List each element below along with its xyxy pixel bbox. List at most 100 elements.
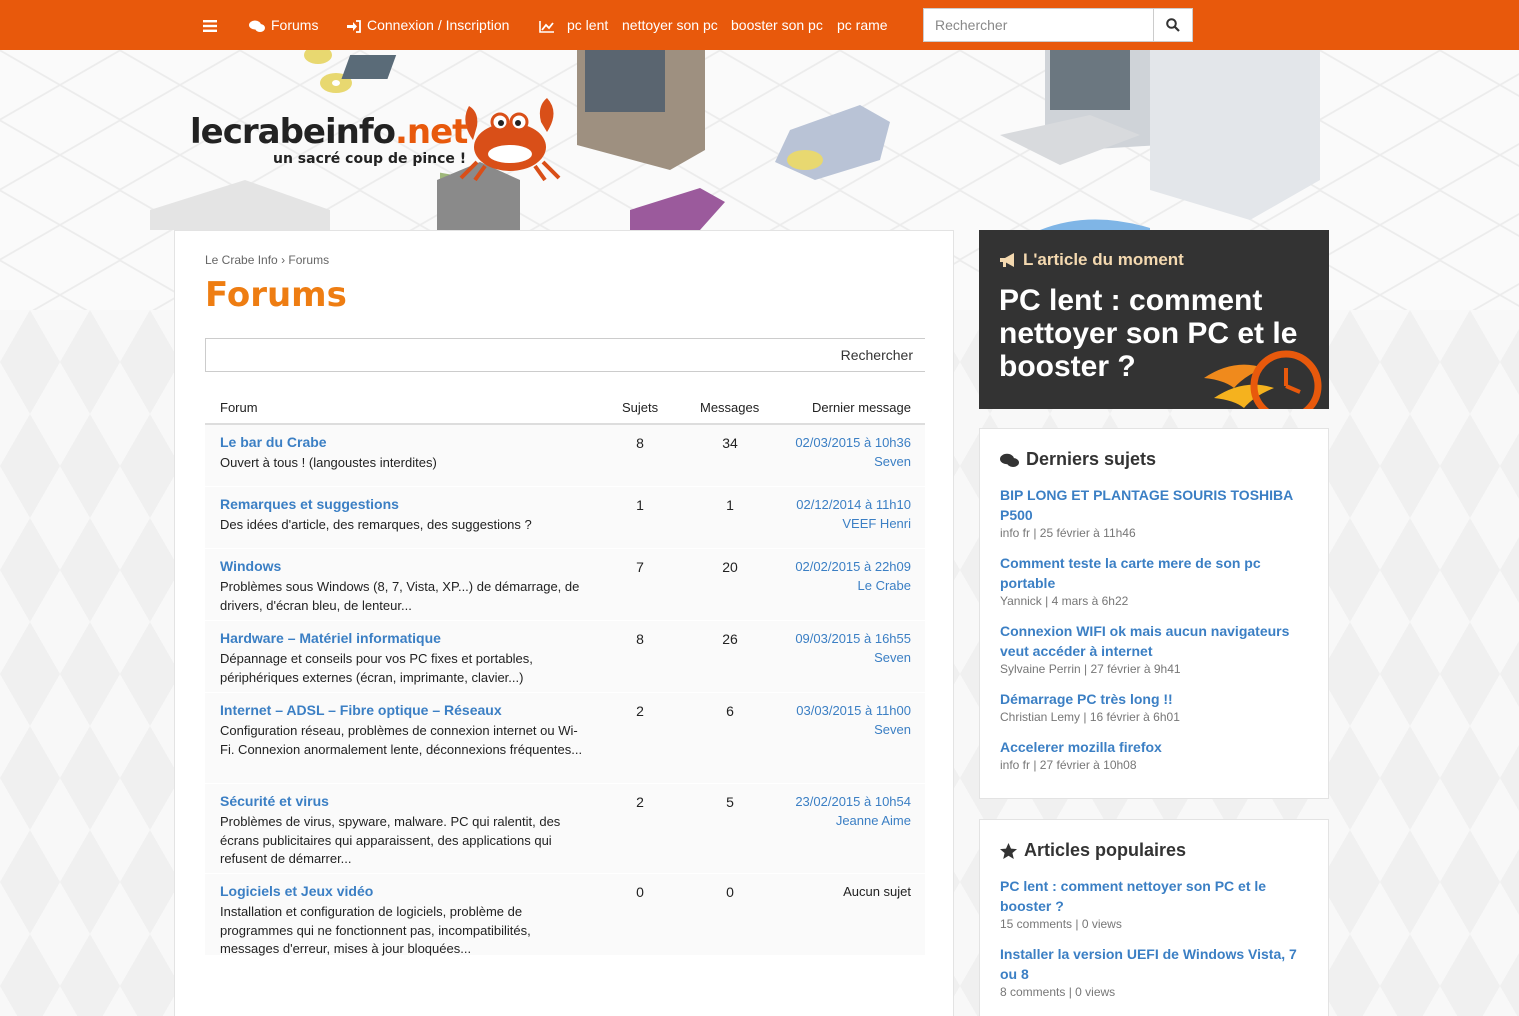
latest-topic-meta: info fr | 25 février à 11h46 (1000, 526, 1136, 540)
forum-link[interactable]: Windows (220, 558, 281, 574)
last-post-date[interactable]: 02/02/2015 à 22h09 (795, 558, 911, 577)
table-row: Logiciels et Jeux vidéo Installation et … (205, 874, 925, 956)
last-post: 03/03/2015 à 11h00 Seven (796, 702, 911, 739)
latest-topic-link[interactable]: Comment teste la carte mere de son pc po… (1000, 553, 1310, 593)
topic-count: 8 (636, 435, 644, 451)
last-post: 02/03/2015 à 10h36 Seven (795, 434, 911, 471)
table-row: Sécurité et virus Problèmes de virus, sp… (205, 784, 925, 874)
latest-topics-title: Derniers sujets (1000, 449, 1156, 470)
popular-article-item: PC lent : comment nettoyer son PC et le … (1000, 876, 1310, 931)
forum-link[interactable]: Le bar du Crabe (220, 434, 327, 450)
header-topics: Sujets (622, 400, 659, 415)
breadcrumb-home[interactable]: Le Crabe Info (205, 253, 278, 267)
header-search-input[interactable] (924, 9, 1154, 41)
breadcrumb-separator: › (281, 253, 286, 267)
popular-articles-title: Articles populaires (1000, 840, 1186, 861)
nav-link-pc-lent[interactable]: pc lent (567, 0, 608, 50)
nav-forums[interactable]: Forums (249, 0, 318, 50)
forum-link[interactable]: Internet – ADSL – Fibre optique – Réseau… (220, 702, 502, 718)
forum-search-button[interactable]: Rechercher (841, 347, 913, 363)
topic-count: 1 (636, 497, 644, 513)
no-topic-label: Aucun sujet (843, 884, 911, 899)
header-search-button[interactable] (1153, 9, 1192, 41)
nav-link-pc-rame[interactable]: pc rame (837, 0, 888, 50)
last-post-author[interactable]: Seven (795, 453, 911, 472)
popular-article-meta: 8 comments | 0 views (1000, 985, 1116, 999)
hamburger-icon (203, 20, 217, 33)
last-post-author[interactable]: Seven (796, 721, 911, 740)
forum-description: Problèmes sous Windows (8, 7, Vista, XP.… (220, 579, 580, 613)
table-row: Hardware – Matériel informatique Dépanna… (205, 621, 925, 693)
latest-topic-meta: Christian Lemy | 16 février à 6h01 (1000, 710, 1180, 724)
popular-article-link[interactable]: PC lent : comment nettoyer son PC et le … (1000, 876, 1310, 916)
latest-topic-link[interactable]: Connexion WIFI ok mais aucun navigateurs… (1000, 621, 1310, 661)
last-post-date[interactable]: 03/03/2015 à 11h00 (796, 702, 911, 721)
post-count: 34 (722, 435, 738, 451)
forum-link[interactable]: Hardware – Matériel informatique (220, 630, 441, 646)
forum-search-input[interactable]: Rechercher (205, 338, 925, 372)
topic-count: 7 (636, 559, 644, 575)
last-post: Aucun sujet (843, 883, 911, 902)
nav-link-booster[interactable]: booster son pc (731, 0, 823, 50)
page-title: Forums (205, 275, 347, 315)
topic-count: 0 (636, 884, 644, 900)
table-row: Le bar du Crabe Ouvert à tous ! (langous… (205, 425, 925, 487)
breadcrumb-current: Forums (288, 253, 330, 267)
forum-link[interactable]: Sécurité et virus (220, 793, 329, 809)
menu-button[interactable] (203, 0, 223, 50)
star-icon (1000, 843, 1017, 859)
site-tagline: un sacré coup de pince ! (273, 151, 467, 167)
header-posts: Messages (700, 400, 760, 415)
last-post-author[interactable]: Seven (795, 649, 911, 668)
comments-icon (249, 20, 265, 32)
latest-topic-link[interactable]: Accelerer mozilla firefox (1000, 737, 1310, 757)
nav-link-nettoyer[interactable]: nettoyer son pc (622, 0, 718, 50)
table-row: Windows Problèmes sous Windows (8, 7, Vi… (205, 549, 925, 621)
forum-table: Forum Sujets Messages Dernier message Le… (205, 391, 925, 956)
post-count: 20 (722, 559, 738, 575)
latest-topic-item: BIP LONG ET PLANTAGE SOURIS TOSHIBA P500… (1000, 485, 1310, 540)
latest-topic-meta: Sylvaine Perrin | 27 février à 9h41 (1000, 662, 1181, 676)
latest-topic-link[interactable]: Démarrage PC très long !! (1000, 689, 1310, 709)
header-last-post: Dernier message (812, 400, 911, 415)
forum-link[interactable]: Remarques et suggestions (220, 496, 399, 512)
latest-topic-meta: info fr | 27 février à 10h08 (1000, 758, 1137, 772)
latest-topics-widget: Derniers sujets BIP LONG ET PLANTAGE SOU… (979, 428, 1329, 799)
popular-article-item: Installer la version UEFI de Windows Vis… (1000, 944, 1310, 999)
latest-topic-link[interactable]: BIP LONG ET PLANTAGE SOURIS TOSHIBA P500 (1000, 485, 1310, 525)
site-logo[interactable]: lecrabeinfo.net (190, 112, 468, 152)
nav-login[interactable]: Connexion / Inscription (347, 0, 509, 50)
table-row: Internet – ADSL – Fibre optique – Réseau… (205, 693, 925, 784)
forum-description: Ouvert à tous ! (langoustes interdites) (220, 455, 437, 470)
popular-article-meta: 15 comments | 0 views (1000, 917, 1122, 931)
post-count: 5 (726, 794, 734, 810)
post-count: 6 (726, 703, 734, 719)
last-post-date[interactable]: 23/02/2015 à 10h54 (795, 793, 911, 812)
top-navbar: Forums Connexion / Inscription pc lent n… (0, 0, 1519, 50)
last-post-author[interactable]: Jeanne Aime (795, 812, 911, 831)
post-count: 1 (726, 497, 734, 513)
sign-in-icon (347, 19, 361, 33)
megaphone-icon (1000, 253, 1014, 267)
last-post-date[interactable]: 02/12/2014 à 11h10 (796, 496, 911, 515)
last-post-date[interactable]: 02/03/2015 à 10h36 (795, 434, 911, 453)
latest-topic-meta: Yannick | 4 mars à 6h22 (1000, 594, 1129, 608)
search-icon (1166, 18, 1180, 32)
forum-description: Dépannage et conseils pour vos PC fixes … (220, 651, 533, 685)
post-count: 0 (726, 884, 734, 900)
last-post-author[interactable]: VEEF Henri (796, 515, 911, 534)
forum-description: Configuration réseau, problèmes de conne… (220, 723, 583, 757)
last-post-date[interactable]: 09/03/2015 à 16h55 (795, 630, 911, 649)
last-post: 09/03/2015 à 16h55 Seven (795, 630, 911, 667)
latest-topic-item: Connexion WIFI ok mais aucun navigateurs… (1000, 621, 1310, 676)
latest-topic-item: Comment teste la carte mere de son pc po… (1000, 553, 1310, 608)
popular-article-link[interactable]: Installer la version UEFI de Windows Vis… (1000, 944, 1310, 984)
topic-count: 8 (636, 631, 644, 647)
forum-link[interactable]: Logiciels et Jeux vidéo (220, 883, 373, 899)
featured-article[interactable]: L'article du moment PC lent : comment ne… (979, 230, 1329, 409)
comments-icon (1000, 453, 1019, 467)
crab-mascot-icon (459, 98, 561, 182)
last-post-author[interactable]: Le Crabe (795, 577, 911, 596)
forum-description: Des idées d'article, des remarques, des … (220, 517, 532, 532)
topic-count: 2 (636, 703, 644, 719)
